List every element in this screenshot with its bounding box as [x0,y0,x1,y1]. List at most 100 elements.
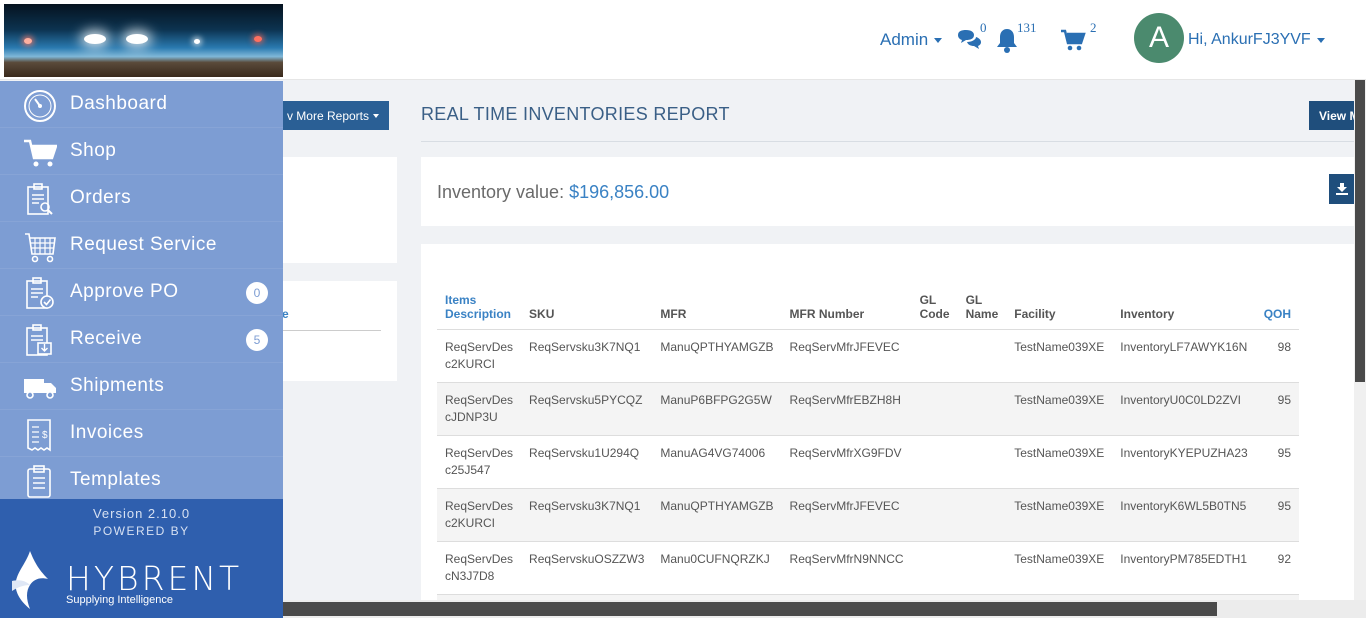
sidebar-item-label: Shop [70,140,117,161]
table-row[interactable]: ReqServDes cN3J7D8 ReqServskuOSZZW3 Manu0CU… [437,541,1300,595]
cell-qoh: 95 [1255,435,1300,489]
cell-inventory: InventoryU0C0LD2ZVI [1112,382,1256,436]
powered-by-text: POWERED BY [93,524,190,538]
vertical-scrollbar[interactable] [1354,80,1366,600]
divider [421,141,1354,142]
column-header[interactable]: QOH [1255,284,1300,330]
user-menu[interactable]: Hi, AnkurFJ3YVF [1188,0,1325,80]
cell-sku: ReqServskuOSZZW3 [521,541,653,595]
sidebar-item-request-service[interactable]: Request Service [0,222,283,269]
sidebar-item-shipments[interactable]: Shipments [0,363,283,410]
column-header: Facility [1006,284,1113,330]
cart-icon [22,136,58,170]
column-header: GL Name [957,284,1007,330]
dashboard-icon [22,89,58,123]
chat-bubbles-icon [958,30,981,49]
sidebar-item-approve-po[interactable]: Approve PO 0 [0,269,283,316]
download-button[interactable] [1329,174,1354,204]
inventory-value-label: Inventory value: [437,182,565,202]
cell-facility: TestName039XE [1006,382,1113,436]
cell-facility: TestName039XE [1006,435,1113,489]
cell-description: ReqServDes c2KURCI [437,329,522,383]
cell-mfr: ManuQPTHYAMGZB [652,488,782,542]
divider [282,330,381,331]
messages-count: 0 [980,20,987,35]
orders-clipboard-icon [22,183,58,217]
view-more-button[interactable]: View M [1309,101,1354,130]
column-header: MFR Number [781,284,912,330]
admin-label: Admin [880,30,929,49]
shopping-cart-icon [1061,29,1086,51]
cell-description: ReqServDes c2KURCI [437,488,522,542]
logo-image[interactable] [4,4,283,77]
cell-sku: ReqServsku3K7NQ1 [521,329,653,383]
cart-count: 2 [1090,20,1097,35]
column-header: SKU [521,284,653,330]
receive-clipboard-icon [22,324,58,358]
cell-description: ReqServDes c25J547 [437,435,522,489]
cell-facility: TestName039XE [1006,488,1113,542]
cell-qoh: 92 [1255,541,1300,595]
sidebar-item-label: Invoices [70,422,144,443]
sidebar-item-label: Templates [70,469,162,490]
cell-mfr-number: ReqServMfrJFEVEC [781,329,912,383]
sidebar-item-shop[interactable]: Shop [0,128,283,175]
cell-inventory: InventoryKYEPUZHA23 [1112,435,1256,489]
cell-gl-code [911,435,958,489]
sidebar-item-label: Receive [70,328,143,349]
sidebar-item-label: Request Service [70,234,217,255]
receive-count-badge: 5 [246,329,268,351]
sidebar-item-dashboard[interactable]: Dashboard [0,81,283,128]
sidebar-item-invoices[interactable]: $ Invoices [0,410,283,457]
cell-mfr: ManuP6BFPG2G5W [652,382,782,436]
inventory-value-card: Inventory value: $196,856.00 [421,157,1354,226]
cell-mfr: Manu0CUFNQRZKJ [652,541,782,595]
user-greeting: Hi, AnkurFJ3YVF [1188,31,1311,48]
horizontal-scrollbar-thumb[interactable] [283,602,1217,616]
left-panel-card [270,157,397,263]
svg-text:$: $ [42,430,48,441]
cell-sku: ReqServsku5PYCQZ [521,382,653,436]
sidebar-item-label: Approve PO [70,281,179,302]
cell-gl-code [911,329,958,383]
brand-name: HYBRENT [66,559,243,598]
more-reports-label: v More Reports [286,108,369,123]
sidebar-item-receive[interactable]: Receive 5 [0,316,283,363]
cell-inventory: InventoryK6WL5B0TN5 [1112,488,1256,542]
inventory-table-card: Items Description SKU MFR MFR Number GL Code GL… [421,244,1354,618]
admin-menu[interactable]: Admin [880,0,943,80]
hybrent-logo-icon [12,551,48,609]
left-panel-link[interactable]: e [282,307,289,321]
inventory-value: $196,856.00 [569,182,670,202]
column-header[interactable]: Items Description [437,284,522,330]
table-row[interactable]: ReqServDes c25J547 ReqServsku1U294Q ManuAG4… [437,435,1300,489]
cell-description: ReqServDes cJDNP3U [437,382,522,436]
avatar[interactable]: A [1134,13,1184,63]
cart-button[interactable]: 2 [1060,0,1097,80]
cell-gl-name [957,382,1007,436]
cell-inventory: InventoryPM785EDTH1 [1112,541,1256,595]
table-row[interactable]: ReqServDes cJDNP3U ReqServsku5PYCQZ ManuP6B… [437,382,1300,436]
cell-mfr: ManuQPTHYAMGZB [652,329,782,383]
notifications-button[interactable]: 131 [995,0,1037,80]
messages-button[interactable]: 0 [956,0,987,80]
sidebar-item-orders[interactable]: Orders [0,175,283,222]
table-header-row: Items Description SKU MFR MFR Number GL Code GL… [437,284,1300,330]
vertical-scrollbar-thumb[interactable] [1355,80,1365,382]
left-panel-card: e [270,281,397,381]
table-row[interactable]: ReqServDes c2KURCI ReqServsku3K7NQ1 ManuQPT… [437,329,1300,383]
templates-icon [22,465,58,499]
cell-facility: TestName039XE [1006,329,1113,383]
column-header: Inventory [1112,284,1256,330]
view-more-reports-button[interactable]: v More Reports [270,101,389,130]
cell-mfr-number: ReqServMfrXG9FDV [781,435,912,489]
cell-facility: TestName039XE [1006,541,1113,595]
sidebar-item-templates[interactable]: Templates [0,457,283,504]
cell-gl-code [911,382,958,436]
notifications-count: 131 [1017,20,1037,35]
table-row[interactable]: ReqServDes c2KURCI ReqServsku3K7NQ1 ManuQPT… [437,488,1300,542]
invoice-icon: $ [22,418,58,452]
approve-clipboard-icon [22,277,58,311]
cell-mfr-number: ReqServMfrJFEVEC [781,488,912,542]
horizontal-scrollbar[interactable] [283,600,1366,618]
